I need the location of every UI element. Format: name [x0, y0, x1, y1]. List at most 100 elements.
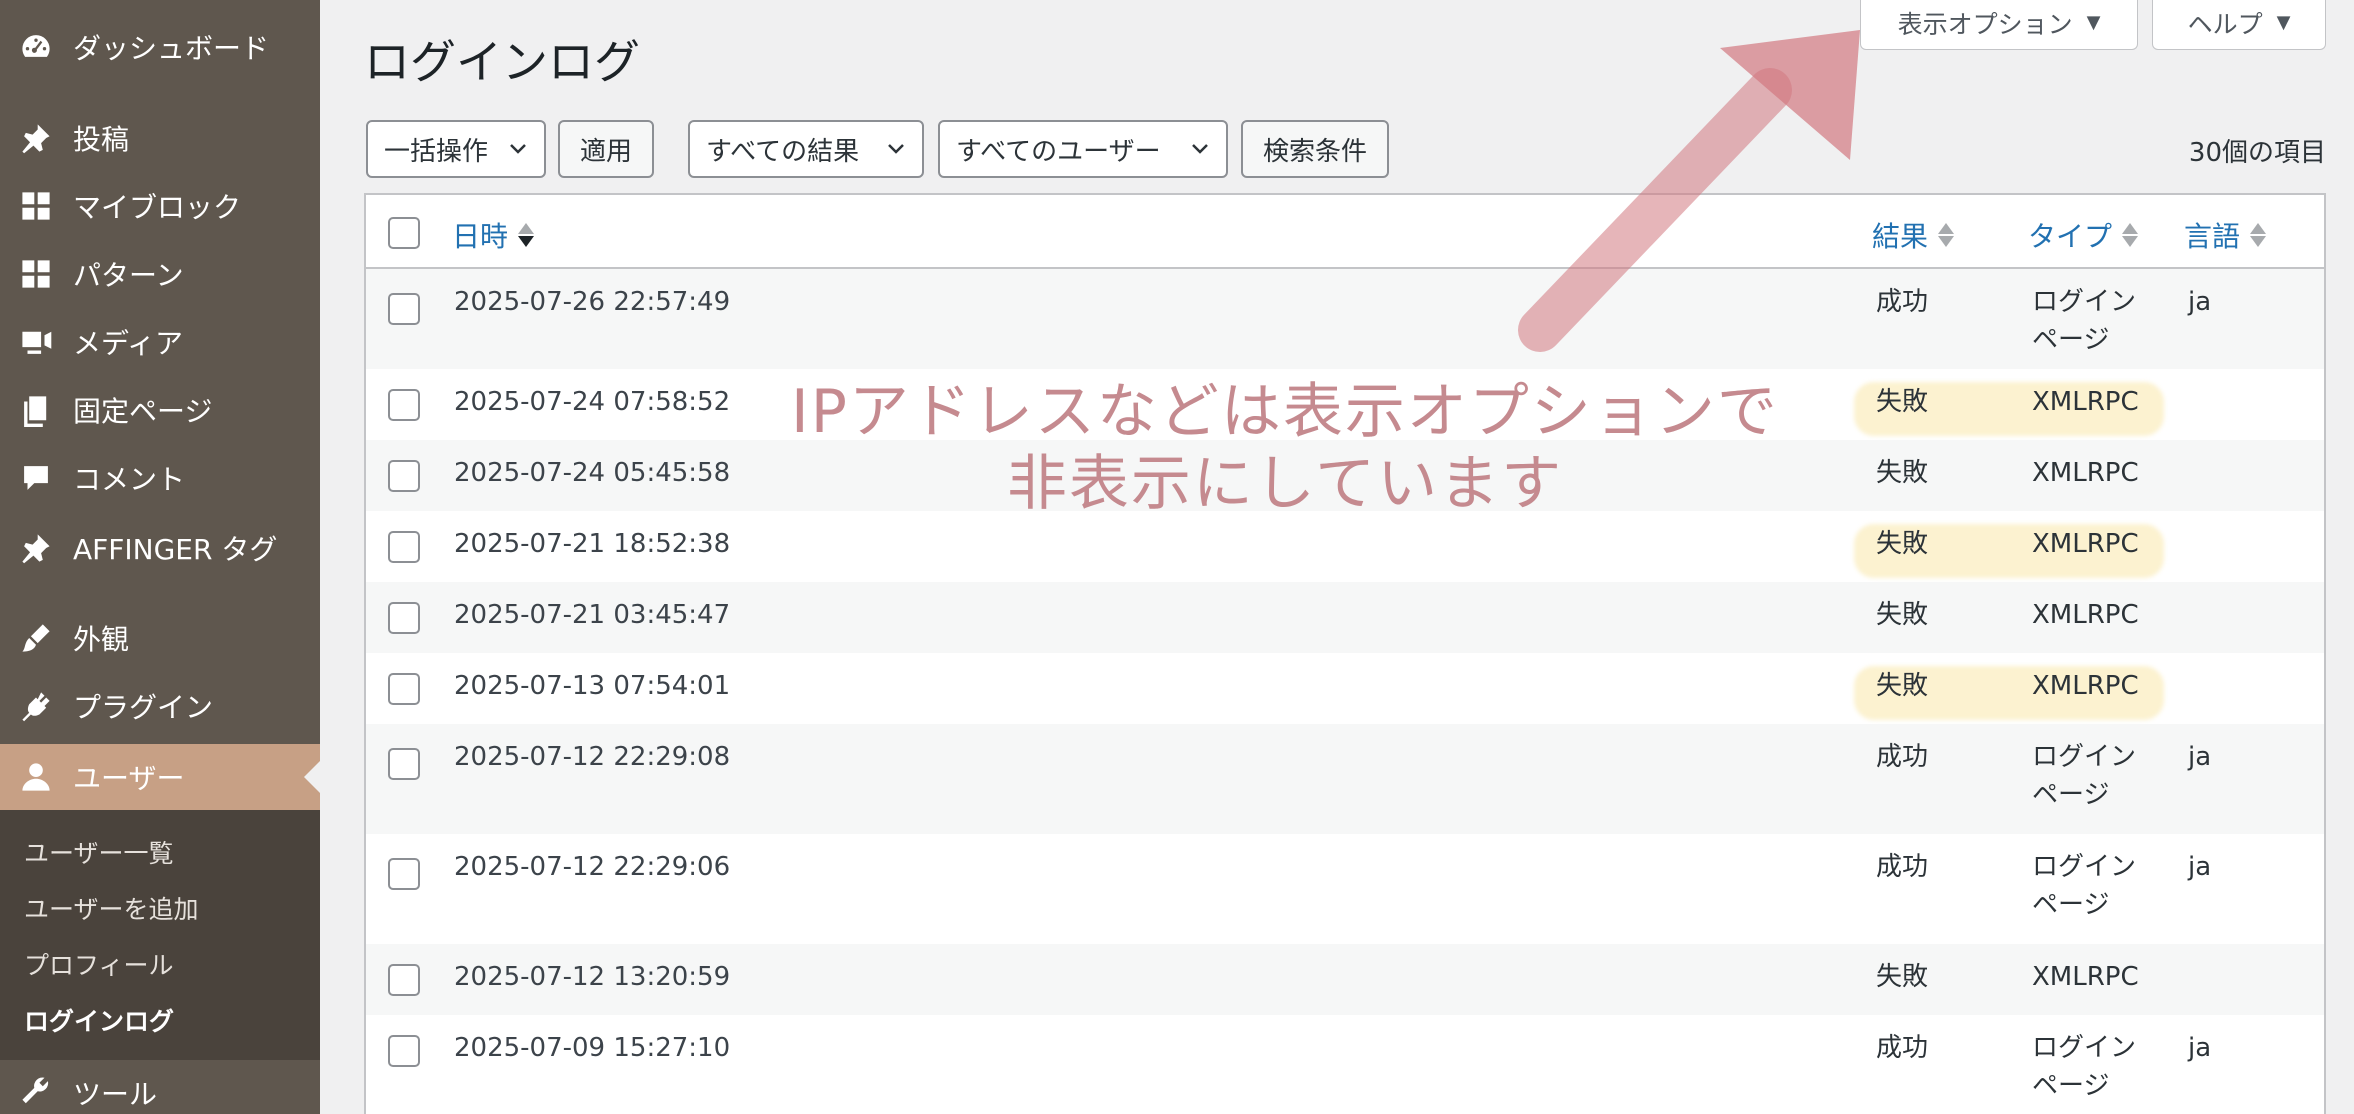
type-cell: XMLRPC — [2032, 529, 2139, 559]
dashboard-icon — [17, 28, 55, 66]
sort-icon — [2250, 223, 2267, 247]
chevron-down-icon — [888, 144, 904, 154]
table-row: 2025-07-21 18:52:38 失敗 XMLRPC — [366, 511, 2324, 582]
type-cell: ログイン ページ — [2032, 1029, 2136, 1105]
select-all-checkbox[interactable] — [388, 217, 420, 249]
sidebar-item-label: プラグイン — [73, 691, 214, 724]
type-line: ページ — [2032, 1071, 2110, 1101]
type-cell: ログイン ページ — [2032, 848, 2136, 924]
row-checkbox[interactable] — [388, 602, 420, 634]
column-header-date[interactable]: 日時 — [452, 215, 535, 255]
annotation-line: IPアドレスなどは表示オプションで — [791, 377, 1779, 447]
result-cell: 失敗 — [1876, 962, 1929, 992]
bulk-action-select[interactable]: 一括操作 — [366, 120, 546, 178]
apply-button[interactable]: 適用 — [558, 120, 654, 178]
column-type-label: タイプ — [2028, 220, 2113, 253]
lang-cell: ja — [2188, 1033, 2212, 1063]
column-header-lang[interactable]: 言語 — [2184, 215, 2267, 255]
sidebar-item-label: 固定ページ — [73, 395, 213, 428]
type-line: ページ — [2032, 890, 2110, 920]
sort-icon — [518, 223, 535, 247]
submenu-item-add-user[interactable]: ユーザーを追加 — [24, 890, 199, 926]
type-cell: ログイン ページ — [2032, 283, 2136, 359]
date-cell: 2025-07-09 15:27:10 — [454, 1033, 731, 1063]
sidebar-item-media[interactable]: メディア — [0, 311, 320, 373]
brush-icon — [17, 619, 55, 657]
user-filter-select[interactable]: すべてのユーザー — [938, 120, 1228, 178]
row-checkbox[interactable] — [388, 964, 420, 996]
table-row: 2025-07-12 22:29:08 成功 ログイン ページ ja — [366, 724, 2324, 834]
sidebar-item-posts[interactable]: 投稿 — [0, 107, 320, 169]
user-filter-value: すべてのユーザー — [956, 136, 1161, 167]
result-cell: 失敗 — [1876, 600, 1929, 630]
grid-icon — [17, 255, 55, 293]
sidebar-item-appearance[interactable]: 外観 — [0, 607, 320, 669]
sidebar-item-patterns[interactable]: パターン — [0, 243, 320, 305]
result-cell: 成功 — [1876, 1033, 1929, 1063]
column-header-result[interactable]: 結果 — [1872, 215, 1955, 255]
sidebar-item-label: AFFINGER タグ — [73, 533, 278, 566]
help-label: ヘルプ — [2187, 9, 2263, 39]
screen-options-label: 表示オプション — [1897, 9, 2073, 39]
type-cell: XMLRPC — [2032, 962, 2139, 992]
sidebar-item-label: メディア — [73, 327, 184, 360]
annotation-arrow — [1518, 30, 1860, 352]
row-checkbox[interactable] — [388, 1035, 420, 1067]
search-filter-button[interactable]: 検索条件 — [1241, 120, 1389, 178]
users-submenu: ユーザー一覧 ユーザーを追加 プロフィール ログインログ — [0, 810, 320, 1060]
screen-options-button[interactable]: 表示オプション ▼ — [1860, 0, 2138, 50]
chevron-down-icon — [510, 144, 526, 154]
help-button[interactable]: ヘルプ ▼ — [2152, 0, 2326, 50]
row-checkbox[interactable] — [388, 531, 420, 563]
table-row: 2025-07-21 03:45:47 失敗 XMLRPC — [366, 582, 2324, 653]
row-checkbox[interactable] — [388, 293, 420, 325]
sort-icon — [2122, 223, 2139, 247]
table-row: 2025-07-13 07:54:01 失敗 XMLRPC — [366, 653, 2324, 724]
date-cell: 2025-07-24 05:45:58 — [454, 458, 731, 488]
sidebar-item-plugins[interactable]: プラグイン — [0, 675, 320, 737]
sidebar-item-tools[interactable]: ツール — [0, 1062, 320, 1114]
comment-icon — [17, 459, 55, 497]
type-line: ログイン — [2032, 287, 2137, 317]
sort-icon — [1938, 223, 1955, 247]
row-checkbox[interactable] — [388, 389, 420, 421]
login-log-table: 日時 結果 タイプ 言語 2025-07-26 22:57:49 成功 ログイン… — [364, 193, 2326, 1114]
date-cell: 2025-07-12 22:29:08 — [454, 742, 731, 772]
user-icon — [17, 758, 55, 796]
column-date-label: 日時 — [452, 220, 509, 253]
annotation-note: IPアドレスなどは表示オプションで 非表示にしています — [700, 376, 1870, 520]
sidebar-item-label: ダッシュボード — [73, 32, 270, 65]
row-checkbox[interactable] — [388, 460, 420, 492]
submenu-item-profile[interactable]: プロフィール — [24, 946, 174, 982]
sidebar-item-users[interactable]: ユーザー — [0, 744, 320, 810]
row-checkbox[interactable] — [388, 748, 420, 780]
sidebar-item-myblocks[interactable]: マイブロック — [0, 175, 320, 237]
column-result-label: 結果 — [1872, 220, 1929, 253]
bulk-action-value: 一括操作 — [384, 136, 489, 167]
submenu-item-login-log[interactable]: ログインログ — [24, 1002, 174, 1038]
page-title: ログインログ — [364, 35, 640, 89]
type-line: ページ — [2032, 325, 2110, 355]
sidebar-item-pages[interactable]: 固定ページ — [0, 379, 320, 441]
result-cell: 成功 — [1876, 287, 1929, 317]
submenu-item-user-list[interactable]: ユーザー一覧 — [24, 834, 174, 870]
sidebar-item-affinger-tags[interactable]: AFFINGER タグ — [0, 517, 320, 579]
row-checkbox[interactable] — [388, 673, 420, 705]
result-cell: 失敗 — [1876, 387, 1929, 417]
result-filter-value: すべての結果 — [706, 136, 860, 167]
pages-icon — [17, 391, 55, 429]
row-checkbox[interactable] — [388, 858, 420, 890]
sidebar-item-comments[interactable]: コメント — [0, 447, 320, 509]
result-cell: 成功 — [1876, 742, 1929, 772]
lang-cell: ja — [2188, 742, 2212, 772]
sidebar-item-label: パターン — [73, 259, 184, 292]
grid-icon — [17, 187, 55, 225]
date-cell: 2025-07-24 07:58:52 — [454, 387, 731, 417]
result-filter-select[interactable]: すべての結果 — [688, 120, 924, 178]
lang-cell: ja — [2188, 287, 2212, 317]
result-cell: 成功 — [1876, 852, 1929, 882]
sidebar-item-dashboard[interactable]: ダッシュボード — [0, 16, 320, 78]
annotation-line: 非表示にしています — [1006, 449, 1564, 519]
column-lang-label: 言語 — [2184, 220, 2241, 253]
column-header-type[interactable]: タイプ — [2028, 215, 2139, 255]
